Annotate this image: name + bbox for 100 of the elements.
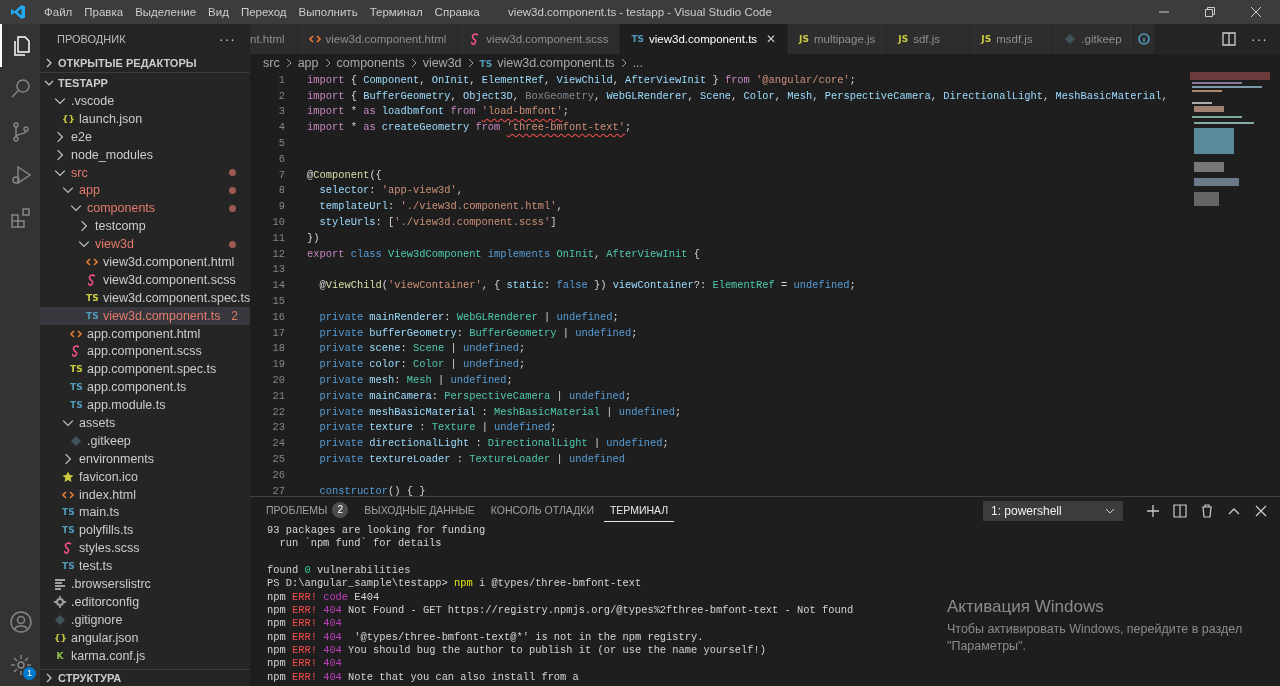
tree-item[interactable]: TS view3d.component.spec.ts [40, 288, 250, 307]
file-type-icon: K [54, 650, 66, 661]
tree-item[interactable]: view3d [40, 235, 250, 253]
editor-tab[interactable]: .gitkeep [1053, 24, 1134, 54]
line-number: 8 [277, 184, 285, 197]
menu-item[interactable]: Вид [202, 6, 235, 18]
tree-item[interactable]: src [40, 163, 250, 182]
file-type-icon: TS [86, 310, 98, 321]
breadcrumb-item[interactable]: components [336, 56, 405, 70]
tree-item[interactable]: TS app.component.ts [40, 378, 250, 397]
plus-icon[interactable] [1146, 503, 1160, 518]
line-number: 3 [277, 105, 285, 118]
tree-item[interactable]: {} angular.json [40, 628, 250, 647]
panel-tab[interactable]: КОНСОЛЬ ОТЛАДКИ [484, 499, 600, 522]
tree-item[interactable]: TS main.ts [40, 503, 250, 522]
terminal-line: npm ERR! 404 Note that you can also install from a [267, 670, 579, 683]
breadcrumb-item[interactable]: ... [632, 56, 644, 70]
code-line: import * as createGeometry from 'three-bmfont-text'; [307, 121, 632, 134]
tree-item[interactable]: app.component.html [40, 324, 250, 343]
breadcrumb-item[interactable]: app [297, 56, 319, 70]
section-header[interactable]: ОТКРЫТЫЕ РЕДАКТОРЫ [40, 53, 250, 72]
code-line: import * as loadbmfont from 'load-bmfont'; [307, 105, 569, 118]
editor-tab[interactable]: view3d.component.html [297, 24, 459, 54]
tree-item[interactable]: view3d.component.html [40, 253, 250, 271]
tree-item[interactable]: TS app.component.spec.ts [40, 360, 250, 379]
chevron-icon [466, 58, 475, 68]
code-line: private scene: Scene | undefined; [318, 342, 526, 355]
close-icon[interactable] [1254, 503, 1268, 518]
tree-item[interactable]: assets [40, 414, 250, 432]
tree-item[interactable]: .browserslistrc [40, 575, 250, 593]
tree-item[interactable]: components [40, 199, 250, 218]
line-number: 1 [277, 73, 285, 86]
terminal-select[interactable]: 1: powershell [983, 500, 1123, 521]
tree-item[interactable]: K karma.conf.js [40, 646, 250, 665]
tree-item[interactable]: favicon.ico [40, 467, 250, 486]
section-header[interactable]: СТРУКТУРА [40, 669, 250, 686]
problem-count: 2 [231, 308, 238, 323]
editor-tab[interactable]: JS msdf.js [970, 24, 1054, 54]
editor-tab[interactable]: view3d.component.scss [458, 24, 621, 54]
more-actions-button[interactable]: ··· [1251, 31, 1268, 47]
tree-item[interactable]: TS polyfills.ts [40, 521, 250, 540]
editor-tab[interactable]: JS sdf.js [887, 24, 971, 54]
tree-item[interactable]: TS view3d.component.ts 2 [40, 306, 250, 325]
menu-item[interactable]: Файл [38, 6, 79, 18]
file-type-icon: TS [62, 525, 74, 536]
file-type-icon: TS [62, 561, 74, 572]
breadcrumb-item[interactable]: src [263, 56, 280, 70]
split-terminal-icon[interactable] [1173, 503, 1187, 518]
tree-item[interactable]: testcomp [40, 217, 250, 236]
settings-icon[interactable] [9, 652, 33, 677]
line-number: 22 [271, 405, 285, 418]
tree-item[interactable]: .vscode [40, 92, 250, 110]
panel-tab[interactable]: ВЫХОДНЫЕ ДАННЫЕ [358, 499, 481, 522]
tree-item[interactable]: index.html [40, 485, 250, 504]
split-editor-icon[interactable] [1221, 31, 1237, 47]
close-icon[interactable] [1250, 6, 1262, 18]
editor-tab[interactable]: JS multipage.js [788, 24, 888, 54]
line-number: 20 [271, 374, 285, 387]
menu-item[interactable]: Выделение [129, 6, 203, 18]
tree-item[interactable]: .gitkeep [40, 431, 250, 450]
more-actions-button[interactable]: ··· [219, 30, 236, 47]
menu-item[interactable]: Переход [234, 6, 293, 18]
menu-item[interactable]: Терминал [363, 6, 429, 18]
line-number: 16 [271, 310, 285, 323]
section-header[interactable]: TESTAPP [40, 72, 250, 92]
editor-tab[interactable] [1133, 24, 1155, 54]
tree-item[interactable]: TS app.module.ts [40, 396, 250, 415]
menu-item[interactable]: Выполнить [292, 6, 364, 18]
trash-icon[interactable] [1200, 503, 1214, 518]
tree-item[interactable]: app [40, 181, 250, 200]
line-number: 13 [271, 263, 285, 276]
tree-item[interactable]: e2e [40, 127, 250, 146]
breadcrumb-item[interactable]: TS view3d.component.ts [479, 56, 615, 70]
tree-item[interactable]: styles.scss [40, 539, 250, 558]
tree-item[interactable]: view3d.component.scss [40, 270, 250, 289]
editor-tab[interactable]: TS view3d.component.ts ✕ [620, 24, 789, 54]
menu-item[interactable]: Справка [428, 6, 486, 18]
code-line: styleUrls: ['./view3d.component.scss'] [318, 216, 557, 229]
code-line: export class View3dComponent implements OnInit, AfterViewInit { [307, 247, 700, 260]
menu-item[interactable]: Правка [78, 6, 130, 18]
code-line: templateUrl: './view3d.component.html', [318, 200, 563, 213]
tree-item[interactable]: {} launch.json [40, 109, 250, 128]
line-number: 24 [271, 437, 285, 450]
code-line: }) [307, 231, 320, 244]
modified-dot [229, 204, 236, 212]
tree-item[interactable]: environments [40, 449, 250, 468]
code-line: private color: Color | undefined; [318, 358, 526, 371]
breadcrumb-item[interactable]: view3d [422, 56, 462, 70]
panel-tab[interactable]: ТЕРМИНАЛ [603, 499, 675, 522]
file-type-icon: {} [62, 113, 74, 124]
tree-item[interactable]: app.component.scss [40, 342, 250, 361]
editor-tab[interactable]: nt.html [250, 24, 298, 54]
tree-item[interactable]: .editorconfig [40, 592, 250, 611]
sass-icon [70, 345, 82, 358]
tree-item[interactable]: TS test.ts [40, 557, 250, 576]
tree-item[interactable]: .gitignore [40, 610, 250, 629]
account-icon[interactable] [9, 609, 33, 634]
panel-tab[interactable]: ПРОБЛЕМЫ 2 [260, 497, 355, 524]
tree-item[interactable]: node_modules [40, 145, 250, 164]
restore-icon[interactable] [1204, 6, 1216, 18]
